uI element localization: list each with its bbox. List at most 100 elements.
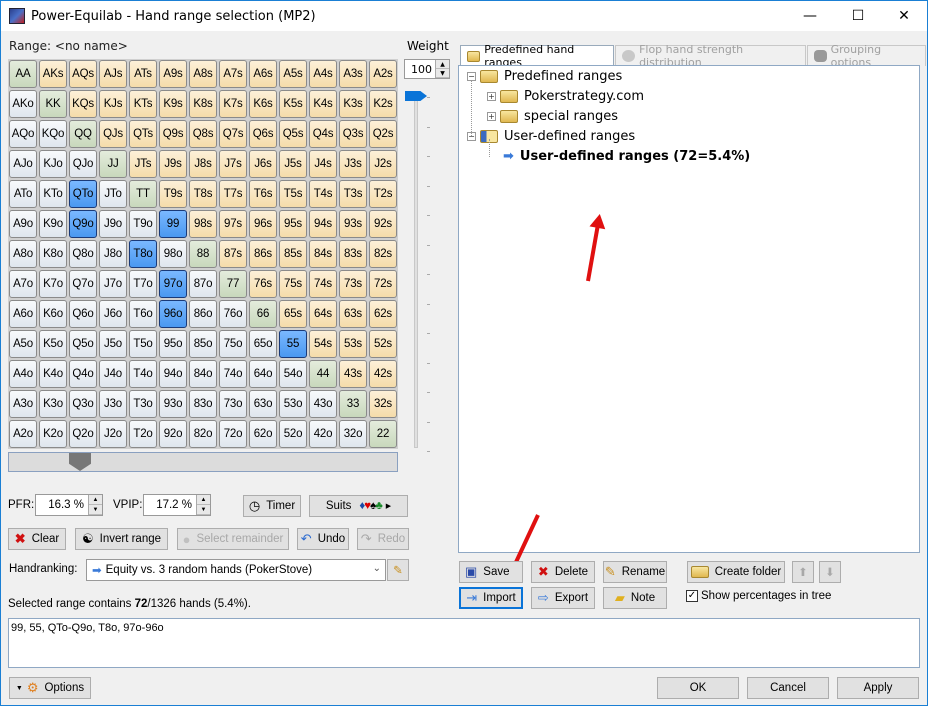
hand-cell[interactable]: AQo [9,120,37,148]
hand-cell[interactable]: K4s [309,90,337,118]
hand-cell[interactable]: 82o [189,420,217,448]
hand-cell[interactable]: J2s [369,150,397,178]
tree-node-pokerstrategy[interactable]: + Pokerstrategy.com [487,89,644,104]
hand-cell[interactable]: 76o [219,300,247,328]
hand-cell[interactable]: AKs [39,60,67,88]
hand-cell[interactable]: K3o [39,390,67,418]
hand-cell[interactable]: T6o [129,300,157,328]
hand-cell[interactable]: 98o [159,240,187,268]
hand-cell[interactable]: T2s [369,180,397,208]
hand-cell[interactable]: T5o [129,330,157,358]
hand-cell[interactable]: 94s [309,210,337,238]
weight-input[interactable]: 100 ▲ ▼ [404,59,450,79]
pfr-input[interactable]: 16.3 % ▲ ▼ [35,494,103,516]
hand-cell[interactable]: QJo [69,150,97,178]
apply-button[interactable]: Apply [837,677,919,699]
hand-cell[interactable]: 85s [279,240,307,268]
hand-cell[interactable]: 84s [309,240,337,268]
spin-down-icon[interactable]: ▼ [197,505,210,515]
hand-cell[interactable]: Q2s [369,120,397,148]
maximize-button[interactable]: ☐ [835,1,881,31]
hand-cell[interactable]: Q6s [249,120,277,148]
hand-cell[interactable]: Q4o [69,360,97,388]
hand-cell[interactable]: K9s [159,90,187,118]
hand-cell[interactable]: JJ [99,150,127,178]
tree-node-user-defined-ranges[interactable]: − User-defined ranges [467,129,635,144]
checkbox-checked-icon[interactable]: ✓ [686,590,698,602]
hand-cell[interactable]: AKo [9,90,37,118]
note-button[interactable]: ▰ Note [603,587,667,609]
hand-cell[interactable]: 52s [369,330,397,358]
hand-cell[interactable]: J8s [189,150,217,178]
hand-cell[interactable]: K8s [189,90,217,118]
hand-cell[interactable]: 73s [339,270,367,298]
hand-cell[interactable]: 98s [189,210,217,238]
hand-cell[interactable]: 44 [309,360,337,388]
hand-cell[interactable]: A7o [9,270,37,298]
spin-up-icon[interactable]: ▲ [436,60,449,69]
hand-cell[interactable]: KTo [39,180,67,208]
hand-cell[interactable]: 63s [339,300,367,328]
move-up-button[interactable]: ⬆ [792,561,814,583]
hand-cell[interactable]: 87o [189,270,217,298]
hand-cell[interactable]: 93s [339,210,367,238]
hand-cell[interactable]: K4o [39,360,67,388]
hand-cell[interactable]: T6s [249,180,277,208]
hand-cell[interactable]: A5o [9,330,37,358]
hand-cell[interactable]: J3o [99,390,127,418]
hand-cell[interactable]: 94o [159,360,187,388]
range-slider[interactable] [8,452,398,472]
range-slider-thumb[interactable] [69,453,91,471]
hand-cell[interactable]: 53o [279,390,307,418]
tab-predefined-hand-ranges[interactable]: Predefined hand ranges [460,43,614,69]
hand-cell[interactable]: K2s [369,90,397,118]
hand-cell[interactable]: 83o [189,390,217,418]
hand-cell[interactable]: 54s [309,330,337,358]
hand-cell[interactable]: KJo [39,150,67,178]
hand-cell[interactable]: 74o [219,360,247,388]
minimize-button[interactable]: — [787,1,833,31]
hand-cell[interactable]: 95s [279,210,307,238]
hand-cell[interactable]: 88 [189,240,217,268]
tree-node-special-ranges[interactable]: + special ranges [487,109,618,124]
tab-flop-hand-strength[interactable]: Flop hand strength distribution [614,43,806,69]
hand-cell[interactable]: T5s [279,180,307,208]
hand-cell[interactable]: 65s [279,300,307,328]
hand-cell[interactable]: A3o [9,390,37,418]
hand-cell[interactable]: 32o [339,420,367,448]
hand-cell[interactable]: Q7s [219,120,247,148]
hand-cell[interactable]: Q9s [159,120,187,148]
hand-cell[interactable]: Q3s [339,120,367,148]
hand-cell[interactable]: A6o [9,300,37,328]
hand-cell[interactable]: K3s [339,90,367,118]
hand-cell[interactable]: 42s [369,360,397,388]
hand-cell[interactable]: 54o [279,360,307,388]
hand-cell[interactable]: J5s [279,150,307,178]
tab-grouping-options[interactable]: Grouping options [806,43,926,69]
hand-cell[interactable]: 72s [369,270,397,298]
hand-cell[interactable]: J5o [99,330,127,358]
hand-cell[interactable]: A7s [219,60,247,88]
hand-cell[interactable]: T4o [129,360,157,388]
spin-down-icon[interactable]: ▼ [89,505,102,515]
hand-cell[interactable]: Q6o [69,300,97,328]
hand-cell[interactable]: A8o [9,240,37,268]
move-down-button[interactable]: ⬇ [819,561,841,583]
clear-button[interactable]: ✖ Clear [8,528,66,550]
hand-cell[interactable]: A8s [189,60,217,88]
hand-cell[interactable]: 53s [339,330,367,358]
hand-cell[interactable]: 92s [369,210,397,238]
hand-cell[interactable]: 73o [219,390,247,418]
hand-cell[interactable]: J4o [99,360,127,388]
hand-cell[interactable]: 92o [159,420,187,448]
hand-cell[interactable]: 66 [249,300,277,328]
hand-cell[interactable]: QQ [69,120,97,148]
hand-cell[interactable]: K2o [39,420,67,448]
hand-cell[interactable]: QJs [99,120,127,148]
hand-cell[interactable]: J6s [249,150,277,178]
hand-cell[interactable]: KQs [69,90,97,118]
hand-cell[interactable]: Q5o [69,330,97,358]
hand-cell[interactable]: T8o [129,240,157,268]
hand-cell[interactable]: 87s [219,240,247,268]
spin-up-icon[interactable]: ▲ [197,495,210,505]
